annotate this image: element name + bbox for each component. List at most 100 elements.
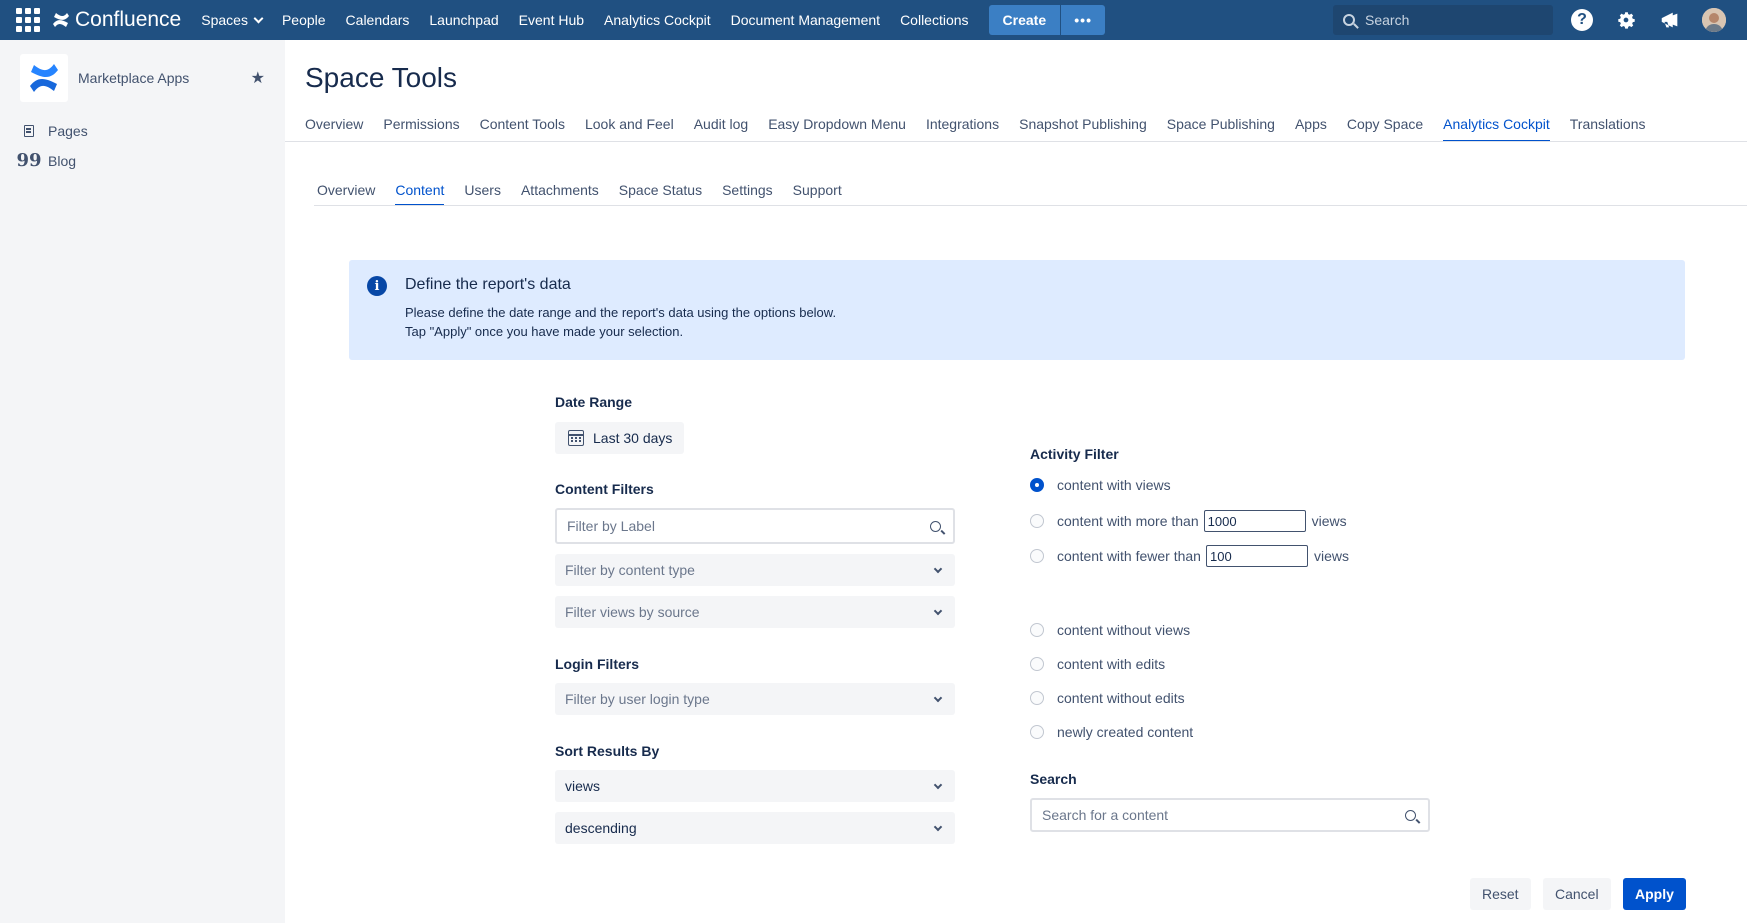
- more-than-views-input[interactable]: [1203, 510, 1306, 532]
- top-search-input[interactable]: [1365, 12, 1535, 28]
- subtab-overview[interactable]: Overview: [317, 182, 375, 206]
- content-search-input[interactable]: Search for a content: [1030, 798, 1430, 832]
- radio-button[interactable]: [1030, 691, 1044, 705]
- chevron-down-icon: [933, 606, 943, 615]
- tab-audit-log[interactable]: Audit log: [694, 116, 748, 142]
- chevron-down-icon: [933, 822, 943, 831]
- chevron-down-icon: [933, 693, 943, 702]
- space-tools-tabs: Overview Permissions Content Tools Look …: [305, 116, 1666, 142]
- radio-content-fewer-than[interactable]: content with fewer than views: [1030, 545, 1349, 567]
- radio-content-without-edits[interactable]: content without edits: [1030, 690, 1185, 706]
- nav-analytics-cockpit[interactable]: Analytics Cockpit: [604, 12, 711, 28]
- date-range-value: Last 30 days: [593, 430, 673, 446]
- tab-analytics-cockpit[interactable]: Analytics Cockpit: [1443, 116, 1550, 142]
- notifications-button[interactable]: [1658, 8, 1682, 32]
- filter-views-source-select[interactable]: Filter views by source: [555, 596, 955, 628]
- settings-button[interactable]: [1614, 8, 1638, 32]
- tabs-divider: [285, 141, 1747, 142]
- app-switcher-icon[interactable]: [14, 6, 42, 34]
- sort-results-label: Sort Results By: [555, 743, 660, 759]
- help-button[interactable]: ?: [1570, 8, 1594, 32]
- radio-button[interactable]: [1030, 657, 1044, 671]
- radio-label: content without views: [1057, 622, 1191, 638]
- radio-label: content with views: [1057, 477, 1171, 493]
- radio-newly-created-content[interactable]: newly created content: [1030, 724, 1193, 740]
- nav-people[interactable]: People: [282, 12, 326, 28]
- page-icon: [22, 125, 36, 137]
- tab-overview[interactable]: Overview: [305, 116, 363, 142]
- megaphone-icon: [1661, 12, 1678, 28]
- radio-button-checked[interactable]: [1030, 478, 1044, 492]
- content-filters-label: Content Filters: [555, 481, 654, 497]
- date-range-button[interactable]: Last 30 days: [555, 422, 685, 454]
- radio-button[interactable]: [1030, 623, 1044, 637]
- tab-copy-space[interactable]: Copy Space: [1347, 116, 1423, 142]
- subtab-attachments[interactable]: Attachments: [521, 182, 599, 206]
- radio-button[interactable]: [1030, 549, 1044, 563]
- space-name[interactable]: Marketplace Apps: [78, 70, 251, 86]
- cancel-button[interactable]: Cancel: [1543, 878, 1611, 910]
- subtab-users[interactable]: Users: [464, 182, 501, 206]
- radio-content-with-views[interactable]: content with views: [1030, 477, 1171, 493]
- radio-content-without-views[interactable]: content without views: [1030, 622, 1190, 638]
- subtab-settings[interactable]: Settings: [722, 182, 773, 206]
- filter-by-label-placeholder: Filter by Label: [567, 518, 655, 534]
- confluence-logo[interactable]: Confluence: [52, 8, 181, 32]
- space-logo[interactable]: [20, 54, 68, 102]
- subtab-content[interactable]: Content: [395, 182, 445, 206]
- chevron-down-icon: [933, 564, 943, 573]
- tab-translations[interactable]: Translations: [1570, 116, 1646, 142]
- nav-collections[interactable]: Collections: [900, 12, 968, 28]
- tab-integrations[interactable]: Integrations: [926, 116, 999, 142]
- sidebar-item-pages[interactable]: Pages: [0, 116, 285, 146]
- tab-apps[interactable]: Apps: [1295, 116, 1327, 142]
- filter-content-type-select[interactable]: Filter by content type: [555, 554, 955, 586]
- fewer-than-views-input[interactable]: [1205, 545, 1308, 567]
- sort-field-value: views: [565, 778, 601, 794]
- chevron-down-icon: [253, 13, 264, 23]
- sidebar-item-blog[interactable]: 99 Blog: [0, 146, 285, 176]
- subtabs-divider: [314, 205, 1747, 206]
- sort-order-select[interactable]: descending: [555, 812, 955, 844]
- top-navigation: Confluence Spaces People Calendars Launc…: [0, 0, 1747, 40]
- tab-easy-dropdown-menu[interactable]: Easy Dropdown Menu: [768, 116, 906, 142]
- create-button[interactable]: Create: [988, 5, 1061, 35]
- subtab-support[interactable]: Support: [793, 182, 842, 206]
- info-title: Define the report's data: [405, 276, 571, 293]
- tab-space-publishing[interactable]: Space Publishing: [1167, 116, 1275, 142]
- content-search-placeholder: Search for a content: [1042, 807, 1169, 823]
- chevron-down-icon: [933, 780, 943, 789]
- create-more-button[interactable]: •••: [1060, 5, 1106, 35]
- nav-spaces[interactable]: Spaces: [201, 12, 264, 28]
- top-search[interactable]: [1333, 5, 1553, 35]
- radio-label: content with more than: [1057, 513, 1199, 529]
- tab-snapshot-publishing[interactable]: Snapshot Publishing: [1019, 116, 1147, 142]
- nav-event-hub[interactable]: Event Hub: [519, 12, 584, 28]
- calendar-icon: [568, 430, 584, 446]
- avatar: [1702, 8, 1726, 32]
- confluence-logo-icon: [53, 13, 69, 27]
- radio-content-with-edits[interactable]: content with edits: [1030, 656, 1165, 672]
- filter-by-label-input[interactable]: Filter by Label: [555, 508, 955, 544]
- filter-login-type-select[interactable]: Filter by user login type: [555, 683, 955, 715]
- nav-calendars[interactable]: Calendars: [346, 12, 410, 28]
- sort-field-select[interactable]: views: [555, 770, 955, 802]
- radio-content-more-than[interactable]: content with more than views: [1030, 510, 1347, 532]
- info-icon: i: [367, 276, 387, 296]
- reset-button[interactable]: Reset: [1470, 878, 1531, 910]
- radio-button[interactable]: [1030, 514, 1044, 528]
- tab-content-tools[interactable]: Content Tools: [480, 116, 565, 142]
- nav-launchpad[interactable]: Launchpad: [429, 12, 498, 28]
- profile-button[interactable]: [1702, 8, 1726, 32]
- search-icon: [1343, 14, 1355, 26]
- quote-icon: 99: [16, 150, 42, 171]
- info-panel: i Define the report's data Please define…: [349, 260, 1685, 360]
- tab-permissions[interactable]: Permissions: [383, 116, 459, 142]
- apply-button[interactable]: Apply: [1623, 878, 1686, 910]
- analytics-subtabs: Overview Content Users Attachments Space…: [317, 182, 862, 206]
- tab-look-and-feel[interactable]: Look and Feel: [585, 116, 674, 142]
- nav-document-management[interactable]: Document Management: [731, 12, 880, 28]
- radio-button[interactable]: [1030, 725, 1044, 739]
- subtab-space-status[interactable]: Space Status: [619, 182, 702, 206]
- star-icon[interactable]: ★: [251, 68, 265, 88]
